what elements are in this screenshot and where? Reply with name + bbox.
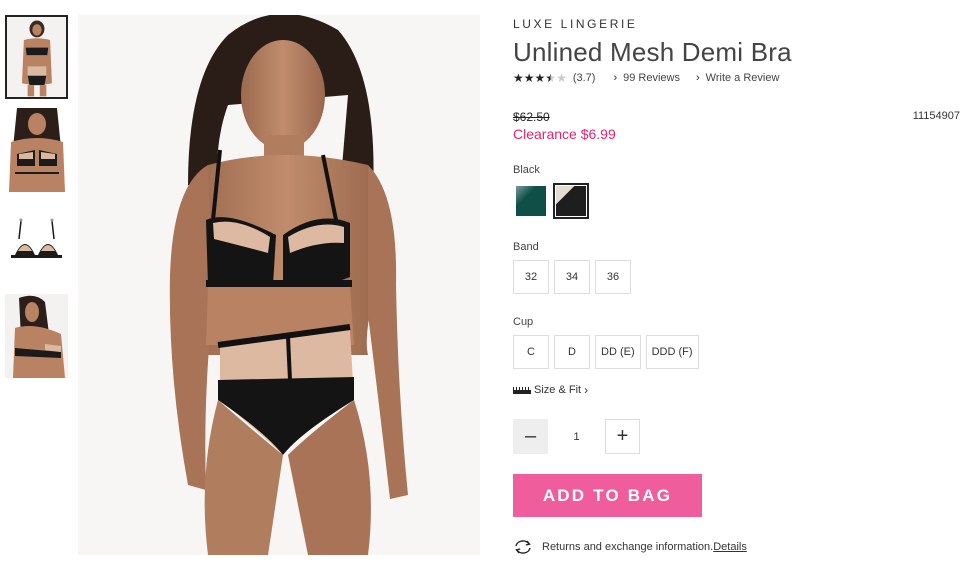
swatch-green[interactable] bbox=[513, 183, 549, 219]
band-option-36[interactable]: 36 bbox=[595, 260, 631, 294]
product-title: Unlined Mesh Demi Bra bbox=[513, 37, 792, 67]
star-half-icon: ★ bbox=[545, 71, 557, 85]
thumbnail-back-view[interactable] bbox=[5, 294, 68, 378]
clearance-price: Clearance $6.99 bbox=[513, 126, 616, 142]
star-rating: ★ ★ ★ ★ ★ bbox=[513, 72, 567, 84]
exchange-icon bbox=[515, 540, 531, 554]
brand-name: LUXE LINGERIE bbox=[513, 17, 638, 31]
chevron-right-icon: › bbox=[695, 72, 700, 84]
rating-value: (3.7) bbox=[572, 72, 596, 84]
cup-option-d[interactable]: D bbox=[554, 335, 590, 369]
product-sku: 11154907 bbox=[912, 110, 960, 122]
star-empty-icon: ★ bbox=[556, 71, 567, 85]
chevron-right-icon: › bbox=[584, 383, 589, 397]
band-option-34[interactable]: 34 bbox=[554, 260, 590, 294]
rating-row: ★ ★ ★ ★ ★ (3.7) › 99 Reviews › Write a R… bbox=[513, 70, 953, 86]
cup-option-ddd[interactable]: DDD (F) bbox=[645, 335, 699, 369]
ruler-icon bbox=[513, 386, 531, 394]
quantity-decrease-button[interactable]: – bbox=[513, 419, 548, 454]
thumbnail-front-view[interactable] bbox=[5, 15, 68, 99]
cup-label: Cup bbox=[513, 316, 534, 328]
thumbnail-image bbox=[5, 108, 68, 192]
add-to-bag-button[interactable]: ADD TO BAG bbox=[513, 474, 702, 517]
original-price: $62.50 bbox=[513, 110, 550, 124]
model-illustration bbox=[78, 15, 480, 555]
cup-option-dd[interactable]: DD (E) bbox=[595, 335, 641, 369]
main-product-image[interactable] bbox=[78, 15, 480, 555]
swatch-fill bbox=[516, 186, 546, 216]
write-review-link[interactable]: Write a Review bbox=[706, 72, 780, 84]
color-label: Black bbox=[513, 164, 540, 176]
size-fit-label: Size & Fit bbox=[534, 384, 582, 396]
reviews-link[interactable]: 99 Reviews bbox=[623, 72, 680, 84]
band-option-32[interactable]: 32 bbox=[513, 260, 549, 294]
quantity-increase-button[interactable]: + bbox=[605, 419, 640, 454]
price-row: $62.50 11154907 bbox=[513, 110, 960, 124]
thumbnail-front-close[interactable] bbox=[5, 108, 68, 192]
thumbnail-image bbox=[5, 294, 68, 378]
star-icon: ★ bbox=[534, 71, 546, 85]
returns-info: Returns and exchange information. Detail… bbox=[513, 539, 953, 555]
star-icon: ★ bbox=[523, 71, 535, 85]
band-label: Band bbox=[513, 241, 539, 253]
quantity-stepper: – 1 + bbox=[513, 419, 953, 454]
thumbnail-list bbox=[5, 15, 69, 387]
product-info: LUXE LINGERIE Unlined Mesh Demi Bra ★ ★ … bbox=[513, 15, 960, 555]
band-options: 32 34 36 bbox=[513, 260, 953, 294]
cup-options: C D DD (E) DDD (F) bbox=[513, 335, 953, 369]
thumbnail-image bbox=[7, 17, 66, 97]
swatch-fill bbox=[556, 186, 586, 216]
returns-details-link[interactable]: Details bbox=[713, 541, 747, 553]
chevron-right-icon: › bbox=[613, 72, 618, 84]
thumbnail-product-flat[interactable] bbox=[5, 201, 68, 285]
cup-option-c[interactable]: C bbox=[513, 335, 549, 369]
star-icon: ★ bbox=[513, 71, 524, 85]
quantity-value[interactable]: 1 bbox=[548, 431, 605, 443]
size-fit-link[interactable]: Size & Fit › bbox=[513, 383, 953, 397]
color-swatches bbox=[513, 183, 953, 219]
returns-text: Returns and exchange information. bbox=[542, 541, 714, 553]
swatch-black[interactable] bbox=[553, 183, 589, 219]
thumbnail-image bbox=[5, 201, 68, 285]
